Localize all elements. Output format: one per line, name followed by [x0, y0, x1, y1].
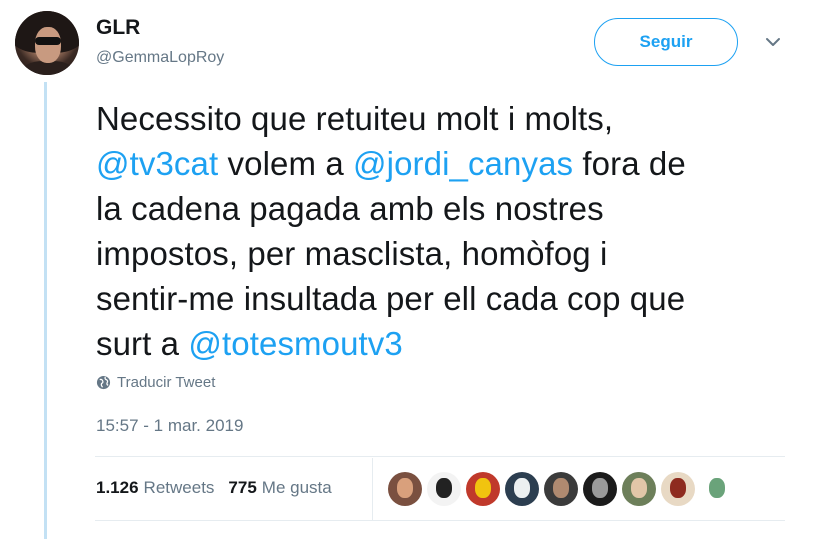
liker-avatar-7[interactable] [622, 472, 656, 506]
tweet-text-segment: Necessito que retuiteu molt i molts, [96, 100, 614, 137]
tweet-text-segment: impostos, per masclista, homòfog i [96, 235, 608, 272]
liker-avatar-2[interactable] [427, 472, 461, 506]
liker-avatar-3[interactable] [466, 472, 500, 506]
chevron-down-icon[interactable] [763, 32, 783, 52]
liker-avatar-1[interactable] [388, 472, 422, 506]
mention-link[interactable]: @tv3cat [96, 145, 218, 182]
likes-stat[interactable]: 775 Me gusta [228, 478, 331, 498]
tweet-line: @tv3cat volem a @jordi_canyas fora de [96, 141, 796, 186]
follow-button[interactable]: Seguir [594, 18, 738, 66]
liker-avatar-5[interactable] [544, 472, 578, 506]
globe-icon [96, 375, 111, 390]
tweet-line: Necessito que retuiteu molt i molts, [96, 96, 796, 141]
thread-line [44, 82, 47, 539]
tweet-text-segment: sentir-me insultada per ell cada cop que [96, 280, 686, 317]
tweet-stats: 1.126 Retweets 775 Me gusta [96, 478, 332, 498]
liker-avatar-4[interactable] [505, 472, 539, 506]
divider [95, 520, 785, 521]
likes-label: Me gusta [261, 478, 332, 497]
tweet-line: impostos, per masclista, homòfog i [96, 231, 796, 276]
tweet-line: la cadena pagada amb els nostres [96, 186, 796, 231]
retweets-label: Retweets [143, 478, 215, 497]
mention-link[interactable]: @jordi_canyas [353, 145, 573, 182]
likes-count: 775 [228, 478, 257, 497]
divider [95, 456, 785, 457]
mention-link[interactable]: @totesmoutv3 [188, 325, 402, 362]
liker-avatar-9[interactable] [700, 472, 734, 506]
timestamp[interactable]: 15:57 - 1 mar. 2019 [96, 416, 243, 436]
liker-avatar-6[interactable] [583, 472, 617, 506]
tweet-line: sentir-me insultada per ell cada cop que [96, 276, 796, 321]
retweets-stat[interactable]: 1.126 Retweets [96, 478, 214, 498]
tweet-text-segment: volem a [218, 145, 354, 182]
author-name[interactable]: GLR [96, 16, 140, 40]
liker-avatar-8[interactable] [661, 472, 695, 506]
tweet-text-segment: fora de [573, 145, 686, 182]
tweet-line: surt a @totesmoutv3 [96, 321, 796, 366]
translate-tweet-link[interactable]: Traducir Tweet [96, 374, 215, 391]
tweet-text-segment: surt a [96, 325, 189, 362]
stats-separator [372, 458, 373, 520]
avatar[interactable] [15, 11, 79, 75]
retweets-count: 1.126 [96, 478, 139, 497]
author-handle[interactable]: @GemmaLopRoy [96, 49, 224, 67]
translate-label[interactable]: Traducir Tweet [117, 374, 215, 391]
liker-avatars [388, 472, 734, 506]
tweet-text-segment: la cadena pagada amb els nostres [96, 190, 604, 227]
tweet-text: Necessito que retuiteu molt i molts, @tv3… [96, 96, 796, 366]
